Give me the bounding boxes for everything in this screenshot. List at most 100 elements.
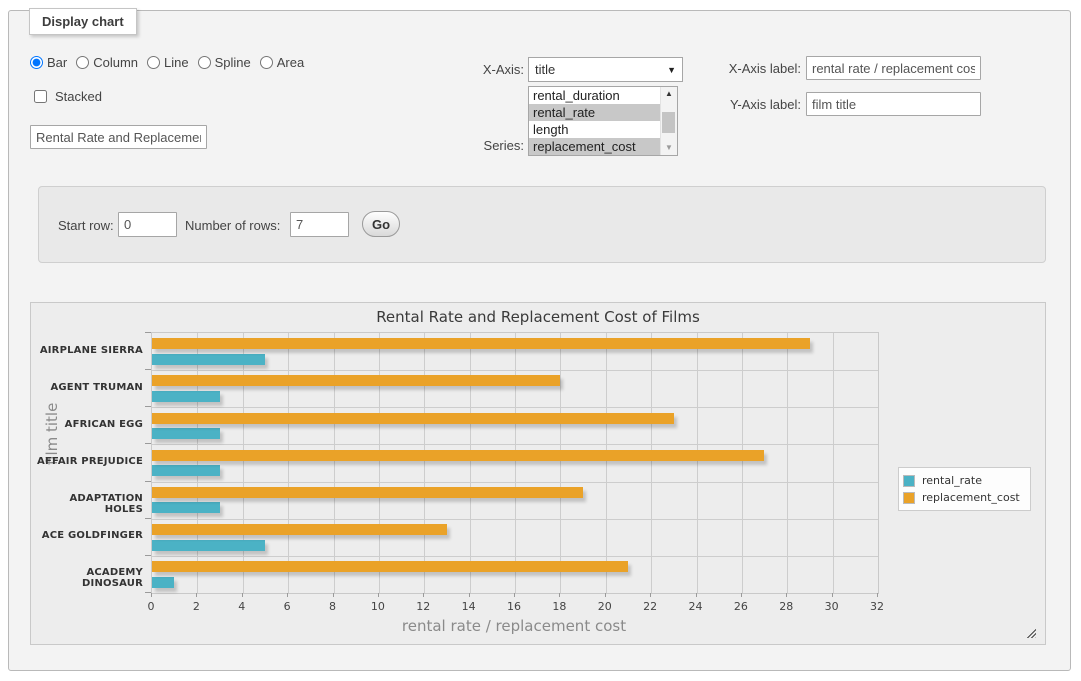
legend-label: rental_rate (922, 474, 982, 487)
chart-type-radio[interactable] (198, 56, 211, 69)
x-tick-label: 18 (539, 600, 579, 613)
gridline-vertical (651, 333, 652, 593)
bar-replacement_cost (152, 450, 764, 461)
gridline-vertical (560, 333, 561, 593)
chart-type-option[interactable]: Spline (198, 55, 251, 70)
x-tick-mark (378, 593, 379, 597)
legend-swatch-replacement_cost (903, 492, 915, 504)
x-tick-label: 12 (403, 600, 443, 613)
chart-type-label: Bar (47, 55, 67, 70)
legend-entry: rental_rate (903, 472, 1020, 489)
x-tick-mark (605, 593, 606, 597)
chart-legend: rental_rate replacement_cost (898, 467, 1031, 511)
x-tick-label: 22 (630, 600, 670, 613)
y-tick-mark (145, 592, 151, 593)
bar-rental_rate (152, 540, 265, 551)
x-tick-mark (423, 593, 424, 597)
bar-rental_rate (152, 577, 174, 588)
chart-resize-handle[interactable] (1025, 627, 1036, 638)
category-label: ACADEMY DINOSAUR (31, 567, 143, 589)
category-label: AFRICAN EGG (31, 419, 143, 430)
y-tick-mark (145, 369, 151, 370)
bar-replacement_cost (152, 375, 560, 386)
gridline-vertical (334, 333, 335, 593)
x-tick-label: 26 (721, 600, 761, 613)
y-tick-mark (145, 443, 151, 444)
x-tick-label: 24 (676, 600, 716, 613)
chart-type-option[interactable]: Column (76, 55, 138, 70)
series-options: rental_durationrental_ratelengthreplacem… (529, 87, 661, 155)
x-axis-select[interactable]: title ▼ (528, 57, 683, 82)
chart-type-option[interactable]: Line (147, 55, 189, 70)
scrollbar-thumb[interactable] (662, 112, 675, 133)
scroll-up-icon[interactable]: ▲ (661, 87, 677, 101)
x-axis-caption: X-Axis: (424, 62, 524, 77)
chart-title: Rental Rate and Replacement Cost of Film… (31, 308, 1045, 326)
go-button[interactable]: Go (362, 211, 400, 237)
x-tick-label: 30 (812, 600, 852, 613)
bar-rental_rate (152, 354, 265, 365)
legend-label: replacement_cost (922, 491, 1020, 504)
series-option[interactable]: rental_rate (529, 104, 661, 121)
page: Display chart BarColumnLineSplineArea St… (0, 0, 1081, 681)
series-option[interactable]: rental_duration (529, 87, 661, 104)
y-tick-mark (145, 406, 151, 407)
x-axis-label-input[interactable] (806, 56, 981, 80)
x-tick-label: 16 (494, 600, 534, 613)
legend-swatch-rental_rate (903, 475, 915, 487)
gridline-vertical (470, 333, 471, 593)
bar-replacement_cost (152, 413, 674, 424)
start-row-input[interactable] (118, 212, 177, 237)
number-of-rows-input[interactable] (290, 212, 349, 237)
chart-title-input[interactable] (30, 125, 207, 149)
chart-type-radio[interactable] (260, 56, 273, 69)
x-tick-label: 2 (176, 600, 216, 613)
y-tick-mark (145, 481, 151, 482)
gridline-vertical (379, 333, 380, 593)
gridline-vertical (424, 333, 425, 593)
series-multiselect[interactable]: rental_durationrental_ratelengthreplacem… (528, 86, 678, 156)
gridline-vertical (197, 333, 198, 593)
chart-type-radio[interactable] (147, 56, 160, 69)
x-tick-label: 0 (131, 600, 171, 613)
gridline-vertical (288, 333, 289, 593)
series-option[interactable]: length (529, 121, 661, 138)
scroll-down-icon[interactable]: ▼ (661, 141, 677, 155)
bar-rental_rate (152, 428, 220, 439)
gridline-horizontal (152, 407, 878, 408)
y-axis-label-input[interactable] (806, 92, 981, 116)
chart-container: Rental Rate and Replacement Cost of Film… (30, 302, 1046, 645)
stacked-checkbox-row[interactable]: Stacked (30, 87, 102, 106)
chart-type-radio[interactable] (76, 56, 89, 69)
category-label: ADAPTATION HOLES (31, 493, 143, 515)
series-scrollbar[interactable]: ▲ ▼ (660, 87, 677, 155)
series-option[interactable]: replacement_cost (529, 138, 661, 155)
number-of-rows-caption: Number of rows: (185, 218, 280, 233)
bar-rental_rate (152, 502, 220, 513)
chart-type-radio[interactable] (30, 56, 43, 69)
dropdown-arrow-icon: ▼ (667, 65, 676, 75)
series-caption: Series: (424, 138, 524, 153)
bar-replacement_cost (152, 338, 810, 349)
x-tick-label: 28 (766, 600, 806, 613)
gridline-horizontal (152, 444, 878, 445)
x-tick-label: 32 (857, 600, 897, 613)
gridline-vertical (742, 333, 743, 593)
y-axis-label-caption: Y-Axis label: (696, 97, 801, 112)
category-label: ACE GOLDFINGER (31, 530, 143, 541)
x-tick-mark (786, 593, 787, 597)
y-tick-mark (145, 555, 151, 556)
x-tick-mark (559, 593, 560, 597)
chart-type-option[interactable]: Area (260, 55, 304, 70)
y-tick-mark (145, 518, 151, 519)
stacked-checkbox[interactable] (34, 90, 47, 103)
start-row-caption: Start row: (58, 218, 114, 233)
bar-replacement_cost (152, 487, 583, 498)
chart-type-option[interactable]: Bar (30, 55, 67, 70)
x-tick-label: 4 (222, 600, 262, 613)
x-tick-mark (287, 593, 288, 597)
chart-type-label: Line (164, 55, 189, 70)
x-tick-mark (242, 593, 243, 597)
x-tick-mark (469, 593, 470, 597)
x-tick-mark (514, 593, 515, 597)
